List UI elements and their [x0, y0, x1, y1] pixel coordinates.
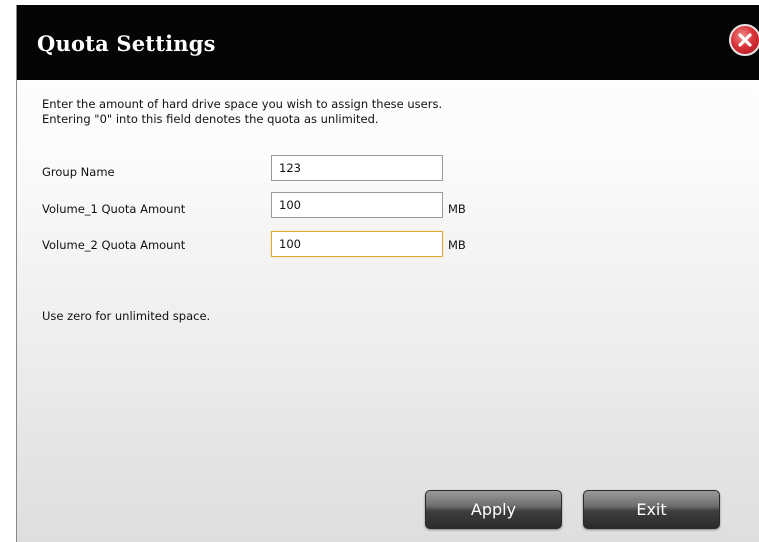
volume2-unit: MB: [448, 238, 466, 252]
dialog-title: Quota Settings: [37, 31, 216, 56]
unlimited-note: Use zero for unlimited space.: [42, 309, 211, 323]
group-name-field[interactable]: [271, 155, 443, 181]
volume1-quota-label: Volume_1 Quota Amount: [42, 202, 186, 216]
exit-button[interactable]: Exit: [583, 490, 720, 529]
apply-button[interactable]: Apply: [425, 490, 562, 529]
volume1-quota-field[interactable]: [271, 192, 443, 218]
volume2-quota-label: Volume_2 Quota Amount: [42, 238, 186, 252]
volume1-unit: MB: [448, 202, 466, 216]
close-button[interactable]: [729, 24, 759, 56]
quota-settings-dialog: Quota Settings Enter the amount of hard …: [16, 5, 759, 542]
dialog-titlebar: Quota Settings: [17, 5, 759, 80]
intro-line-2: Entering "0" into this field denotes the…: [42, 112, 379, 126]
group-name-label: Group Name: [42, 165, 115, 179]
close-icon: [738, 33, 752, 47]
intro-line-1: Enter the amount of hard drive space you…: [42, 97, 443, 111]
volume2-quota-field[interactable]: [271, 231, 443, 257]
intro-text: Enter the amount of hard drive space you…: [42, 97, 442, 127]
